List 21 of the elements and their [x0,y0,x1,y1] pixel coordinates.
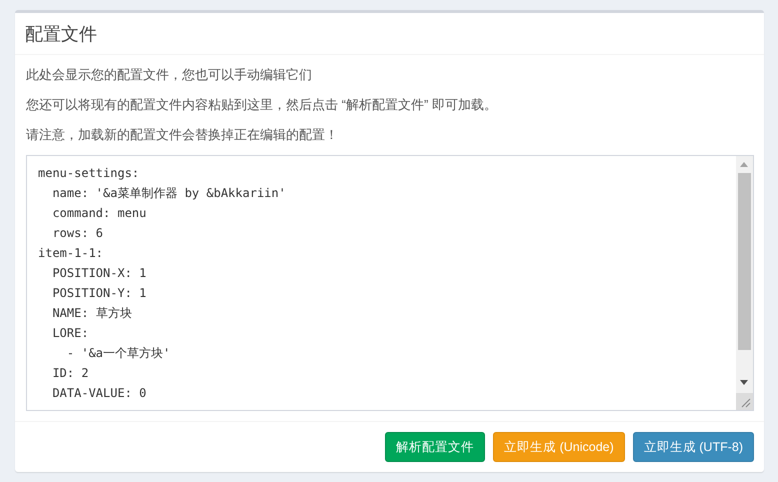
code-line: name: '&a菜单制作器 by &bAkkariin' [51,185,286,202]
info-text: 此处会显示您的配置文件，您也可以手动编辑它们 [26,66,313,84]
action-button[interactable]: 解析配置文件 [385,432,486,462]
code-line: LORE: [51,325,89,342]
action-button[interactable]: 立即生成 (UTF-8) [632,432,754,462]
scrollbar[interactable] [736,156,753,393]
panel-title: 配置文件 [25,23,98,46]
code-line: ID: 2 [51,365,89,382]
code-line: POSITION-Y: 1 [51,285,146,302]
info-text: 您还可以将现有的配置文件内容粘贴到这里，然后点击 “解析配置文件” 即可加载。 [26,96,498,114]
code-line: - '&a一个草方块' [66,345,170,362]
code-line: DATA-VALUE: 0 [51,385,146,402]
code-line: POSITION-X: 1 [51,265,146,282]
code-line: NAME: 草方块 [51,305,132,322]
code-line: menu-settings: [38,165,140,182]
code-line: item-1-1: [38,245,104,262]
code-line: rows: 6 [51,225,104,242]
code-line: command: menu [51,205,146,222]
info-text: 请注意，加载新的配置文件会替换掉正在编辑的配置！ [26,126,339,144]
config-editor[interactable]: menu-settings: name: '&a菜单制作器 by &bAkkariin' command: menu rows: 6 item-1-1: POSITION-X: 1 POSITION-Y: 1 NAME: 草方块 LORE: - '&a一个草方块' ID: 2 DATA-VALUE: 0 [26,155,754,411]
action-button[interactable]: 立即生成 (Unicode) [493,432,625,462]
